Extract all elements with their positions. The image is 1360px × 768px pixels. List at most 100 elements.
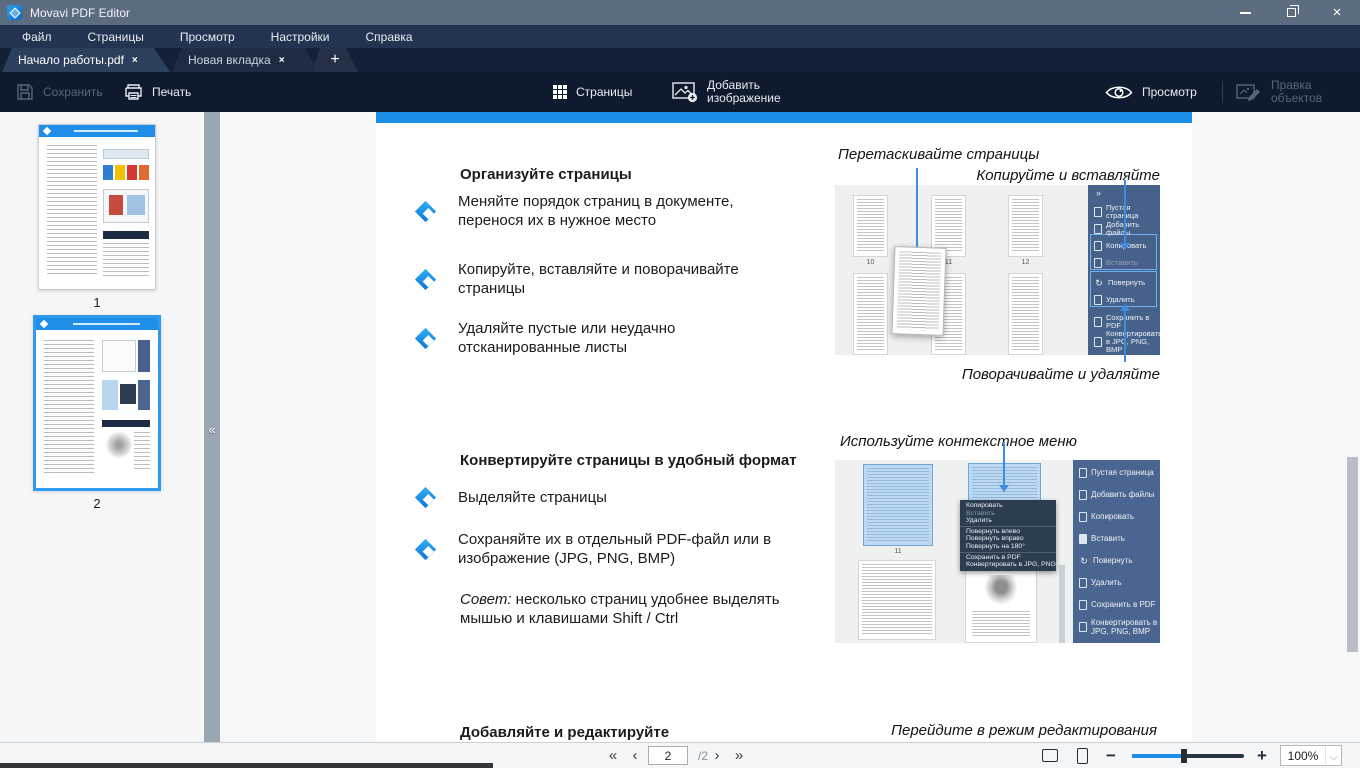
toolbar-separator [1222,81,1223,103]
bullet-item: Меняйте порядок страниц в документе, пер… [418,192,790,230]
mini-page-image [965,568,1037,643]
fit-height-icon [1077,748,1088,764]
add-tab-button[interactable]: + [312,48,358,72]
menu-file[interactable]: Файл [8,25,66,48]
tab-label: Новая вкладка [188,53,271,67]
save-button[interactable]: Сохранить [16,72,103,112]
toolbar: Сохранить Печать Страницы Добавить изобр… [0,72,1360,112]
collapse-panel-button[interactable]: « [205,420,219,440]
thumbnail-header [39,125,155,137]
add-image-button[interactable]: Добавить изображение [672,72,781,112]
zoom-slider[interactable] [1132,754,1244,758]
add-image-icon [672,81,698,103]
eye-icon [1105,84,1133,101]
edit-objects-label: Правка объектов [1271,79,1322,105]
page-number-input[interactable] [648,746,688,765]
arrow-context [1003,442,1005,486]
menu-settings[interactable]: Настройки [257,25,344,48]
close-icon: × [1333,5,1342,20]
page-1-thumbnail[interactable] [38,124,156,290]
thumbnail-header [36,318,158,330]
last-page-button[interactable]: » [730,743,748,768]
caption-copy-paste: Копируйте и вставляйте [976,167,1160,184]
dragged-page [891,246,946,336]
save-icon [16,83,34,101]
document-view: Организуйте страницы Меняйте порядок стр… [220,112,1360,742]
window-title: Movavi PDF Editor [30,6,130,20]
tab-start-pdf[interactable]: Начало работы.pdf × [2,48,170,72]
page-1-number: 1 [38,295,156,310]
caption-context-menu: Используйте контекстное меню [840,433,1077,450]
mini-sidebar: Пустая страница Добавить файлы Копироват… [1073,460,1160,643]
chevron-down-icon [1325,746,1341,765]
content-area: 1 2 « Организуйте страницы [0,112,1360,742]
minimize-icon [1240,12,1251,14]
print-label: Печать [152,85,191,99]
close-button[interactable]: × [1314,0,1360,25]
app-window: Movavi PDF Editor × Файл Страницы Просмо… [0,0,1360,768]
diamond-bullet-icon [415,538,436,559]
minimize-button[interactable] [1222,0,1268,25]
menubar: Файл Страницы Просмотр Настройки Справка [0,25,1360,48]
mini-page [853,195,888,257]
pages-button[interactable]: Страницы [553,72,632,112]
zoom-slider-handle[interactable] [1181,749,1187,763]
arrow-rotate [1124,310,1126,362]
zoom-level-select[interactable]: 100% [1280,745,1342,766]
diamond-bullet-icon [415,327,436,348]
diamond-bullet-icon [415,200,436,221]
taskbar-edge-strip [0,763,493,768]
print-icon [124,83,143,101]
view-mode-label: Просмотр [1142,85,1197,99]
page-2-thumbnail-selected[interactable] [33,315,161,491]
mini-page [853,273,888,355]
pages-label: Страницы [576,85,632,99]
caption-edit-mode: Перейдите в режим редактирования [891,722,1157,739]
tab-new[interactable]: Новая вкладка × [172,48,320,72]
mini-context-menu: Копировать Вставить Удалить Повернуть вл… [960,500,1056,571]
tab-bar: Начало работы.pdf × Новая вкладка × + [0,48,1360,72]
print-button[interactable]: Печать [124,72,191,112]
tab-label: Начало работы.pdf [18,53,124,67]
fit-width-button[interactable] [1038,743,1062,768]
panel-splitter[interactable]: « [204,112,220,742]
mini-page [1008,273,1043,355]
edit-objects-button[interactable]: Правка объектов [1236,72,1322,112]
menu-view[interactable]: Просмотр [166,25,249,48]
next-page-button[interactable]: › [708,743,726,768]
section2-heading: Конвертируйте страницы в удобный формат [460,452,797,469]
zoom-slider-fill [1132,754,1184,758]
page-header-strip [376,112,1192,123]
fit-height-button[interactable] [1072,743,1092,768]
screenshot-pages-view: 10 11 12 » Пустая страница Добавить файл… [835,185,1160,355]
tab-close-icon[interactable]: × [132,55,138,66]
restore-icon [1287,8,1296,17]
zoom-in-button[interactable]: + [1252,743,1272,768]
first-page-button[interactable]: « [604,743,622,768]
mini-scrollbar [1059,565,1065,643]
tab-close-icon[interactable]: × [279,55,285,66]
caption-rotate-delete: Поворачивайте и удаляйте [962,366,1160,383]
menu-help[interactable]: Справка [352,25,427,48]
diamond-bullet-icon [415,268,436,289]
titlebar: Movavi PDF Editor × [0,0,1360,25]
view-mode-button[interactable]: Просмотр [1105,72,1197,112]
bullet-item: Удаляйте пустые или неудачно отсканирова… [418,319,790,357]
page-2-number: 2 [33,496,161,511]
mini-page [858,560,936,640]
vertical-scrollbar-thumb[interactable] [1347,457,1358,652]
restore-button[interactable] [1268,0,1314,25]
mini-page-selected [863,464,933,546]
section3-heading: Добавляйте и редактируйте [460,724,669,741]
diamond-bullet-icon [415,487,436,508]
tip-text: Совет: несколько страниц удобнее выделят… [460,590,800,628]
bullet-item: Копируйте, вставляйте и поворачивайте ст… [418,260,790,298]
zoom-out-button[interactable]: − [1101,743,1121,768]
section1-heading: Организуйте страницы [460,166,632,183]
grid-icon [553,85,557,89]
mini-collapse-icon: » [1096,188,1101,198]
fit-width-icon [1042,749,1058,762]
menu-pages[interactable]: Страницы [74,25,158,48]
prev-page-button[interactable]: ‹ [626,743,644,768]
screenshot-context-menu: 11 Копировать Вставить Удалить Повернуть… [835,460,1160,643]
